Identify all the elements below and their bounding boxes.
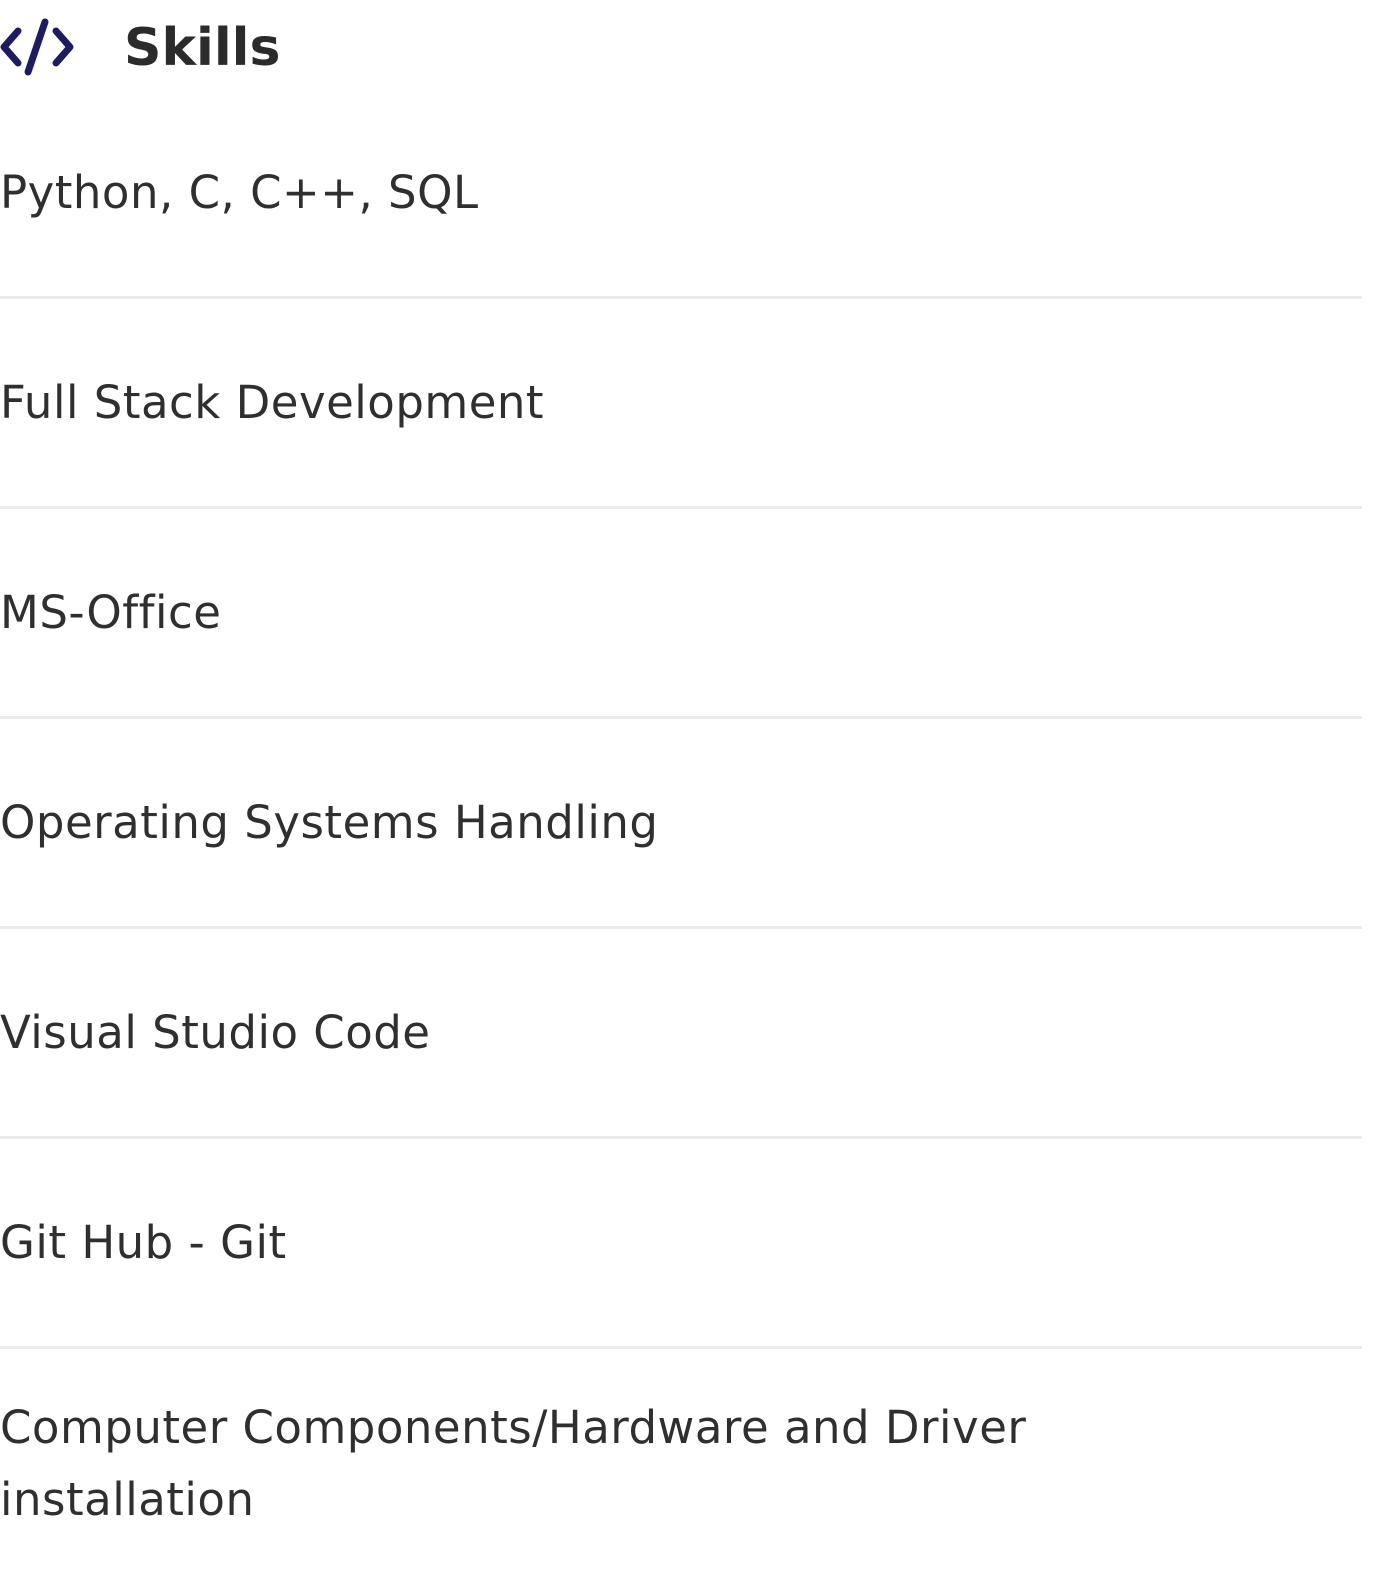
- list-item: Full Stack Development: [0, 299, 1362, 509]
- list-item: Python, C, C++, SQL: [0, 89, 1362, 299]
- skill-label: Visual Studio Code: [0, 1005, 431, 1059]
- list-item: Computer Components/Hardware and Driver …: [0, 1349, 1362, 1579]
- skill-label: Full Stack Development: [0, 375, 545, 429]
- skill-label: Computer Components/Hardware and Driver …: [0, 1401, 1027, 1526]
- section-header: Skills: [0, 0, 1362, 98]
- skills-list: Python, C, C++, SQL Full Stack Developme…: [0, 89, 1362, 1579]
- list-item: Git Hub - Git: [0, 1139, 1362, 1349]
- skill-label: Python, C, C++, SQL: [0, 165, 479, 219]
- skill-label: Git Hub - Git: [0, 1215, 287, 1269]
- skill-label: Operating Systems Handling: [0, 795, 659, 849]
- list-item: MS-Office: [0, 509, 1362, 719]
- code-icon: [0, 14, 74, 80]
- skills-section: Skills Python, C, C++, SQL Full Stack De…: [0, 0, 1362, 1526]
- list-item: Visual Studio Code: [0, 929, 1362, 1139]
- section-title: Skills: [124, 18, 281, 78]
- skill-label: MS-Office: [0, 585, 222, 639]
- list-item: Operating Systems Handling: [0, 719, 1362, 929]
